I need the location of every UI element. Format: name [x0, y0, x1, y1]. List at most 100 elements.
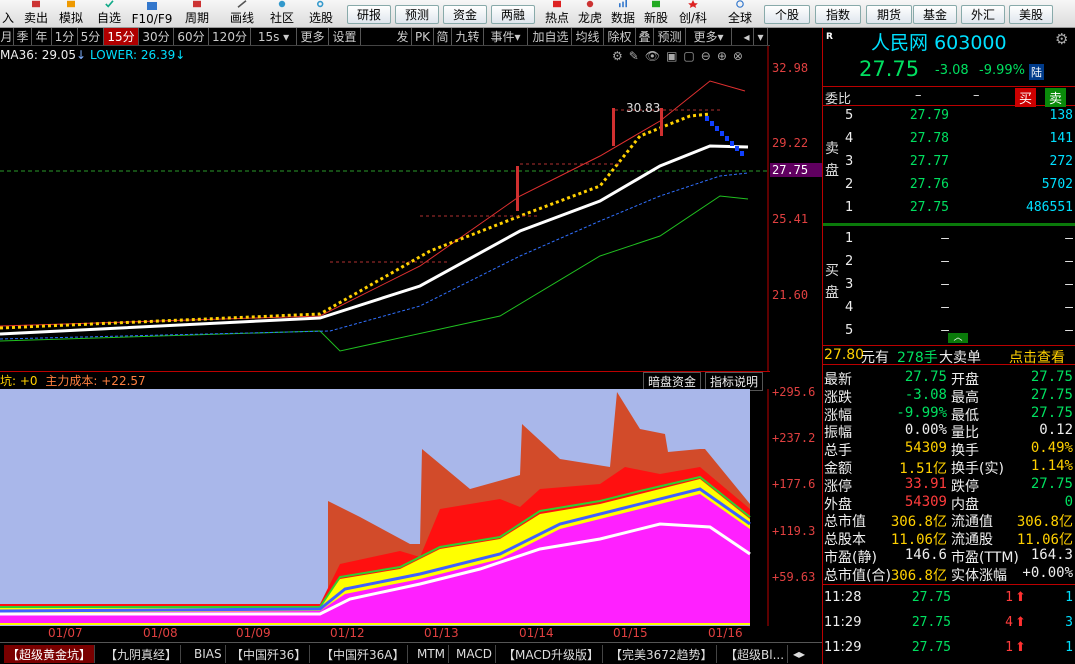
order-ratio-label: 委比 [825, 92, 852, 107]
toolbar-item-data[interactable]: 数据 [607, 0, 639, 28]
tab-quarter[interactable]: 季 [14, 28, 32, 45]
level-price: – [941, 300, 949, 315]
tab-macd[interactable]: MACD [453, 645, 496, 663]
margin-button[interactable]: 两融 [491, 5, 535, 24]
chevron-down-icon[interactable]: ▾ [754, 28, 768, 45]
tab-year[interactable]: 年 [32, 28, 52, 45]
tool-overlay[interactable]: 叠 [636, 28, 654, 45]
toolbar-item-draw[interactable]: 画线 [226, 0, 258, 28]
sell-button[interactable]: 卖 [1045, 88, 1067, 107]
sub-chart[interactable]: 坑: +0 主力成本: +22.57 暗盘资金 指标说明 +295.6 +237… [0, 371, 815, 626]
sell-level-row[interactable]: 2 27.76 5702 [823, 177, 1075, 195]
tab-super-gold-pit[interactable]: 【超级黄金坑】 [4, 645, 96, 663]
tab-30min[interactable]: 30分 [139, 28, 174, 45]
date-tick: 01/16 [708, 626, 743, 640]
buy-level-row[interactable]: 4 – – [823, 300, 1075, 318]
tab-macd-plus[interactable]: 【MACD升级版】 [500, 645, 603, 663]
tool-pk[interactable]: PK [412, 28, 434, 45]
tab-j36a[interactable]: 【中国歼36A】 [318, 645, 409, 663]
tool-simple[interactable]: 简 [434, 28, 452, 45]
sell-level-row[interactable]: 5 27.79 138 [823, 108, 1075, 126]
candle [516, 166, 519, 211]
star-market-icon [688, 0, 698, 8]
toolbar-item-f10[interactable]: F10/F9 [131, 0, 173, 28]
tab-5min[interactable]: 5分 [78, 28, 104, 45]
gear-icon[interactable]: ⚙ [1055, 30, 1068, 48]
date-tick: 01/09 [236, 626, 271, 640]
level-volume: – [1065, 300, 1073, 315]
stat-row: 涨跌 -3.08 最高 27.75 [823, 386, 1075, 406]
tab-more[interactable]: 更多 [297, 28, 329, 45]
tab-15min[interactable]: 15分 [104, 28, 139, 45]
tab-15s-label: 15s [257, 29, 280, 44]
toolbar-item-hot[interactable]: 热点 [541, 0, 573, 28]
chevron-left-icon[interactable]: ◂ [740, 28, 754, 45]
level-number: 3 [845, 154, 854, 169]
tab-60min[interactable]: 60分 [174, 28, 209, 45]
toolbar-item-sell[interactable]: 卖出 [20, 0, 52, 28]
stock-button[interactable]: 个股 [764, 5, 810, 24]
forecast-button[interactable]: 预测 [395, 5, 439, 24]
tool-more[interactable]: 更多 ▾ [686, 28, 732, 45]
tab-j36[interactable]: 【中国歼36】 [228, 645, 311, 663]
stat-value: 0.12 [1039, 422, 1073, 439]
toolbar-item-dragon[interactable]: 龙虎 [574, 0, 606, 28]
tab-bias[interactable]: BIAS [191, 645, 226, 663]
toolbar-item-global[interactable]: 全球 [722, 0, 758, 28]
big-order-row[interactable]: 27.80 元有 278手 大卖单 点击查看 [823, 345, 1075, 367]
tab-jiuyin[interactable]: 【九阴真经】 [102, 645, 182, 663]
main-chart[interactable]: MA36: 29.05↓ LOWER: 26.39↓ ⚙ ✎ 👁 ▣ ▢ ⊖ ⊕ ⊗ 32.9… [0, 46, 822, 371]
tool-nine[interactable]: 九转 [452, 28, 484, 45]
tab-1min[interactable]: 1分 [52, 28, 78, 45]
toolbar-item-simulate[interactable]: 模拟 [55, 0, 87, 28]
funds-button[interactable]: 资金 [443, 5, 487, 24]
sell-level-row[interactable]: 3 27.77 272 [823, 154, 1075, 172]
tool-event-label: 事件 [490, 30, 515, 44]
forex-button[interactable]: 外汇 [961, 5, 1005, 24]
sell-level-row[interactable]: 1 27.75 486551 [823, 200, 1075, 218]
buy-level-row[interactable]: 3 – – [823, 277, 1075, 295]
tab-super-bl[interactable]: 【超级Bl... [722, 645, 789, 663]
us-stock-button[interactable]: 美股 [1009, 5, 1053, 24]
stat-value: 27.75 [1030, 386, 1073, 403]
buy-level-row[interactable]: 2 – – [823, 254, 1075, 272]
level-number: 2 [845, 254, 854, 269]
stat-row: 最新 27.75 开盘 27.75 [823, 369, 1075, 388]
toolbar-item-community[interactable]: 社区 [266, 0, 298, 28]
tab-15s[interactable]: 15s ▾ [251, 28, 297, 45]
book-divider [823, 223, 1075, 226]
sell-level-row[interactable]: 4 27.78 141 [823, 131, 1075, 149]
stat-value: 27.75 [1030, 404, 1073, 421]
fund-button[interactable]: 基金 [913, 5, 957, 24]
research-button[interactable]: 研报 [347, 5, 391, 24]
buy-button[interactable]: 买 [1015, 88, 1037, 107]
tab-3672[interactable]: 【完美3672趋势】 [607, 645, 717, 663]
index-button[interactable]: 指数 [815, 5, 861, 24]
tab-month[interactable]: 月 [0, 28, 14, 45]
tool-exright[interactable]: 除权 [604, 28, 636, 45]
tool-send[interactable]: 发 [394, 28, 412, 45]
tab-120min[interactable]: 120分 [209, 28, 251, 45]
big-order-link[interactable]: 点击查看 [1009, 347, 1065, 367]
tool-event[interactable]: 事件 ▾ [484, 28, 528, 45]
stat-row: 总市值 306.8亿 流通值 306.8亿 [823, 511, 1075, 530]
toolbar-item-star[interactable]: 创/科 [674, 0, 712, 28]
level-price: 27.75 [909, 200, 949, 215]
buy-level-row[interactable]: 1 – – [823, 231, 1075, 249]
toolbar-item-period[interactable]: 周期 [181, 0, 213, 28]
toolbar-item-ipo[interactable]: 新股 [640, 0, 672, 28]
tab-scroll-arrows[interactable]: ◂▸ [790, 645, 808, 663]
tab-settings[interactable]: 设置 [329, 28, 361, 45]
down-candle [710, 121, 714, 126]
tool-ma[interactable]: 均线 [572, 28, 604, 45]
stat-row: 涨幅 -9.99% 最低 27.75 [823, 404, 1075, 424]
toolbar-item-buy[interactable]: 入 [0, 0, 16, 28]
toolbar-item-watchlist[interactable]: 自选 [93, 0, 125, 28]
tick-row: 11:28 27.75 1 ⬆ 1 [823, 590, 1075, 608]
futures-button[interactable]: 期货 [866, 5, 912, 24]
collapse-icon[interactable]: ︿ [948, 333, 968, 343]
tool-forecast[interactable]: 预测 [654, 28, 686, 45]
tab-mtm[interactable]: MTM [414, 645, 450, 663]
tool-add-watch[interactable]: 加自选 [530, 28, 572, 45]
toolbar-item-screener[interactable]: 选股 [305, 0, 337, 28]
